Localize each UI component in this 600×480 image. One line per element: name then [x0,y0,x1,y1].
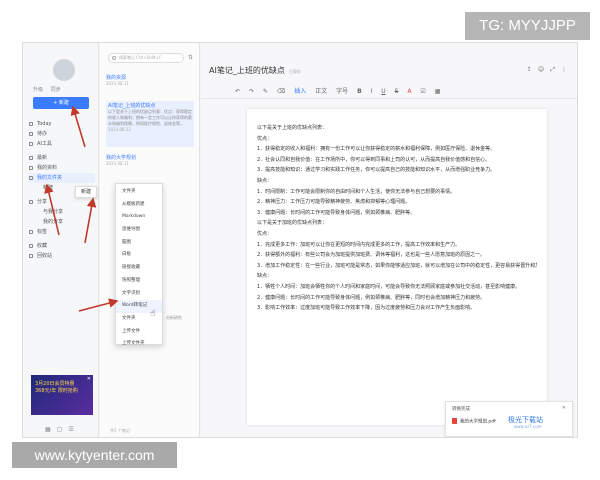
arrow-to-word-to-note [78,298,119,312]
watermark-bottom: www.kytyenter.com [12,442,177,468]
annotation-arrows [44,105,119,312]
app-window: 升级 同步 + 新建 Today 待办 AI工具 最新 我的资料 我的文件夹 新… [22,42,578,438]
arrow-to-new-button [70,105,86,148]
watermark-top: TG: MYYJJPP [465,12,590,40]
brand-url: www.xz7.com [514,424,542,429]
arrow-to-folder [44,183,60,236]
arrow-to-new-menu [84,197,97,244]
